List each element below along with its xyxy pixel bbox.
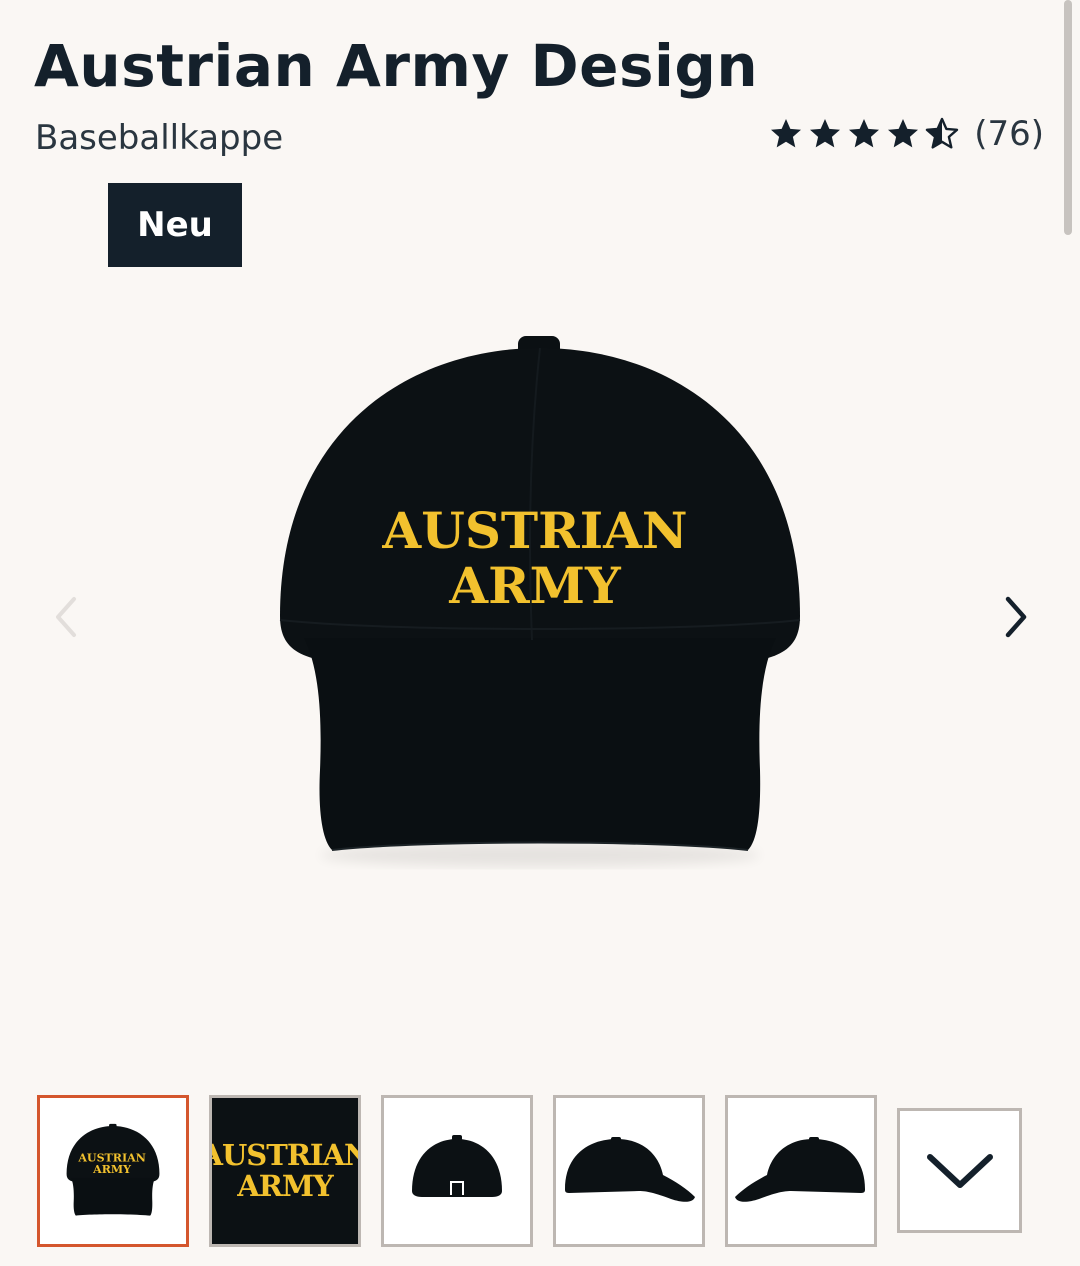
cap-front-image: AUSTRIAN ARMY [279,336,801,867]
thumbnail-front[interactable]: AUSTRIAN ARMY [37,1095,189,1247]
print-detail-text: AUSTRIAN ARMY [209,1138,358,1203]
rating-stars [768,116,960,152]
main-product-image[interactable]: AUSTRIAN ARMY [240,320,840,880]
thumbnail-side-left[interactable] [725,1095,877,1247]
rating-summary[interactable]: (76) [768,114,1044,154]
thumb-print-line2: ARMY [92,1163,131,1176]
chevron-left-icon [56,597,76,637]
cap-left-side-thumb-image [735,1137,865,1202]
print-detail-line1: AUSTRIAN [209,1138,358,1172]
thumbnail-print-detail[interactable]: AUSTRIAN ARMY [209,1095,361,1247]
thumbnail-side-right[interactable] [553,1095,705,1247]
chevron-right-icon [1005,596,1027,638]
cap-print-line1: AUSTRIAN [381,501,687,560]
cap-print-line2: ARMY [448,556,622,615]
product-title: Austrian Army Design [34,32,759,100]
cap-back-thumb-image [412,1135,502,1197]
product-type: Baseballkappe [35,118,284,158]
cap-right-side-thumb-image [565,1137,695,1202]
star-full-icon [888,119,919,148]
star-half-icon [926,117,959,149]
thumbnail-back[interactable] [381,1095,533,1247]
new-badge: Neu [108,183,242,267]
thumbnail-strip: AUSTRIAN ARMY AUSTRIAN ARMY [37,1095,1022,1247]
print-detail-line2: ARMY [237,1169,333,1203]
previous-image-button[interactable] [34,585,98,649]
cap-front-thumb-image: AUSTRIAN ARMY [66,1123,160,1216]
next-image-button[interactable] [982,585,1046,649]
star-full-icon [849,119,880,148]
star-full-icon [810,119,841,148]
more-thumbnails-button[interactable] [897,1108,1022,1233]
review-count: (76) [974,114,1044,154]
chevron-down-icon [926,1153,993,1188]
star-full-icon [771,119,802,148]
scrollbar[interactable] [1064,0,1072,235]
